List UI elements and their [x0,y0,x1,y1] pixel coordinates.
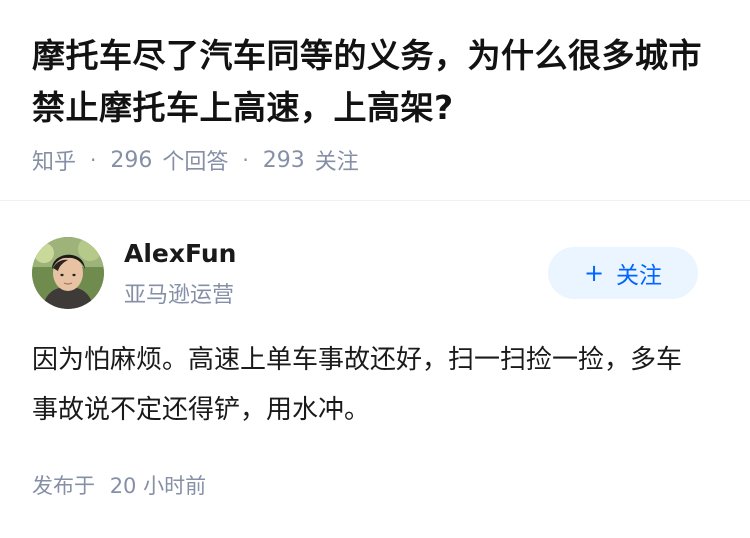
answer-count: 296 [110,147,153,173]
answer-publish-time: 发布于 20 小时前 [32,470,206,500]
publish-prefix: 发布于 [32,474,95,498]
plus-icon: + [583,259,605,287]
follower-count: 293 [262,147,305,173]
author-headline: 亚马逊运营 [124,283,235,308]
follow-button[interactable]: + 关注 [548,247,698,299]
question-header: 摩托车尽了汽车同等的义务，为什么很多城市禁止摩托车上高速，上高架? 知乎 · 2… [32,30,722,176]
section-divider [0,200,750,201]
question-meta: 知乎 · 296 个回答 · 293 关注 [32,144,722,176]
meta-separator: · [90,148,97,172]
publish-time-value: 20 小时前 [109,474,207,498]
follow-button-label: 关注 [616,263,663,289]
question-title[interactable]: 摩托车尽了汽车同等的义务，为什么很多城市禁止摩托车上高速，上高架? [32,30,722,134]
source-label[interactable]: 知乎 [32,144,76,176]
follower-count-label: 关注 [314,150,359,175]
avatar-image [32,237,104,309]
answer-count-label: 个回答 [162,150,229,175]
meta-separator: · [242,148,249,172]
user-avatar-icon[interactable] [32,237,104,309]
answer-author-row: AlexFun 亚马逊运营 + 关注 [32,235,718,315]
answer-content[interactable]: 因为怕麻烦。高速上单车事故还好，扫一扫捡一捡，多车事故说不定还得铲，用水冲。 [32,335,692,435]
author-name[interactable]: AlexFun [124,239,236,268]
